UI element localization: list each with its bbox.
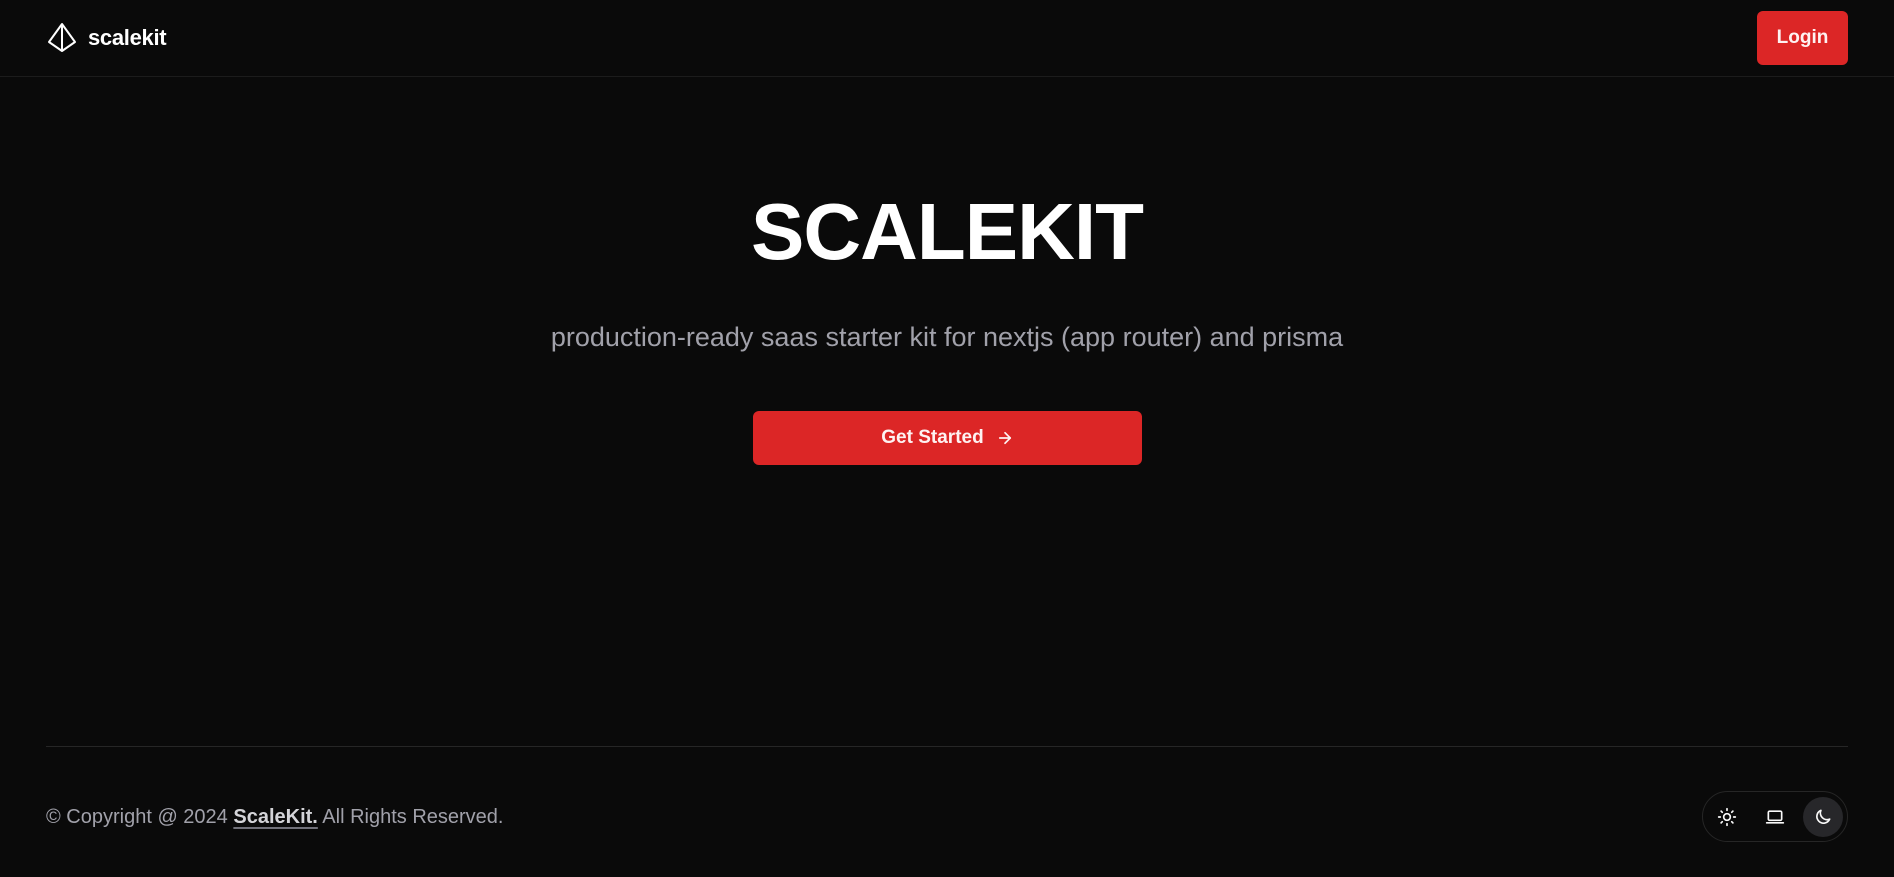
sun-icon [1717, 807, 1737, 826]
hero-title: SCALEKIT [751, 187, 1144, 276]
hero-subtitle: production-ready saas starter kit for ne… [550, 322, 1344, 352]
theme-dark-button[interactable] [1803, 796, 1843, 837]
arrow-right-icon [998, 431, 1011, 445]
copyright-suffix: All Rights Reserved. [322, 806, 504, 828]
footer-divider [46, 746, 1848, 747]
login-button[interactable]: Login [1757, 11, 1848, 65]
get-started-label: Get Started [881, 427, 984, 448]
copyright-text: © Copyright @ 2024 ScaleKit. All Rights … [46, 803, 503, 831]
scalekit-footer-link[interactable]: ScaleKit. [233, 806, 317, 828]
brand-home-link[interactable]: scalekit [46, 22, 167, 54]
theme-light-button[interactable] [1707, 797, 1747, 837]
theme-switcher [1702, 791, 1848, 842]
hero-section: SCALEKIT production-ready saas starter k… [0, 77, 1894, 747]
moon-icon [1816, 809, 1831, 824]
copyright-prefix: © Copyright @ 2024 [46, 806, 228, 828]
theme-system-button[interactable] [1755, 797, 1795, 837]
pyramid-logo-icon [48, 23, 76, 52]
get-started-button[interactable]: Get Started [753, 411, 1142, 465]
site-header: scalekit Login [0, 0, 1894, 77]
laptop-icon [1765, 809, 1785, 824]
brand-name: scalekit [88, 25, 167, 50]
